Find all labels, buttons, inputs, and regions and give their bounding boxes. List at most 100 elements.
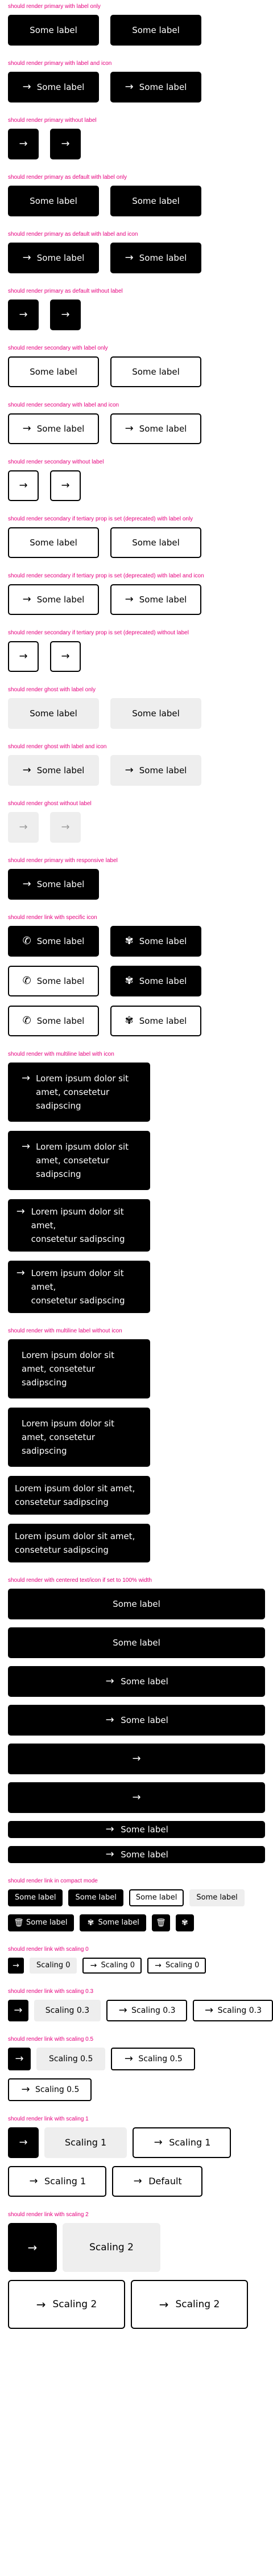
compact-primary-button[interactable]: Some label bbox=[8, 1889, 63, 1906]
secondary-button[interactable]: → Scaling 0.3 bbox=[106, 2000, 187, 2021]
arrow-right-icon: → bbox=[27, 2241, 38, 2254]
secondary-icon-button[interactable]: → bbox=[8, 470, 39, 501]
secondary-icon-button[interactable]: → bbox=[50, 470, 81, 501]
secondary-button[interactable]: Some label bbox=[8, 527, 99, 558]
button-label: Some label bbox=[196, 1893, 238, 1902]
button-row: → bbox=[8, 1782, 273, 1813]
label-line-1: Lorem ipsum dolor sit amet, bbox=[31, 1268, 124, 1292]
primary-multiline-button[interactable]: Lorem ipsum dolor sit amet, consetetur sa… bbox=[8, 1476, 150, 1515]
arrow-right-icon: → bbox=[19, 479, 28, 491]
compact-primary-button[interactable]: Some label bbox=[68, 1889, 123, 1906]
icon-button[interactable]: → bbox=[8, 1958, 24, 1974]
full-width-button[interactable]: → Some label bbox=[8, 1666, 265, 1697]
ghost-button[interactable]: Scaling 0.5 bbox=[36, 2048, 106, 2070]
ghost-button[interactable]: → Some label bbox=[8, 755, 99, 786]
icon-button[interactable]: → bbox=[8, 2127, 39, 2158]
primary-button[interactable]: → Some label bbox=[8, 243, 99, 273]
primary-button[interactable]: Some label bbox=[110, 186, 201, 216]
full-width-button[interactable]: → Some label bbox=[8, 1846, 265, 1863]
primary-button[interactable]: → Some label bbox=[8, 72, 99, 102]
arrow-right-icon: → bbox=[19, 2136, 28, 2148]
full-width-button[interactable]: Some label bbox=[8, 1627, 265, 1658]
button-label: Some label bbox=[36, 82, 85, 92]
full-width-icon-button[interactable]: → bbox=[8, 1744, 265, 1774]
ghost-button[interactable]: → Some label bbox=[110, 755, 201, 786]
ghost-button[interactable]: Scaling 2 bbox=[63, 2223, 160, 2272]
secondary-button[interactable]: ✆ Some label bbox=[8, 966, 99, 996]
full-width-button[interactable]: Some label bbox=[8, 1589, 265, 1619]
primary-multiline-button[interactable]: → Lorem ipsum dolor sit amet, consetetur s… bbox=[8, 1261, 150, 1313]
section-scaling-2: should render link with scaling 2 → Scal… bbox=[8, 2212, 273, 2329]
secondary-button[interactable]: ✾ Some label bbox=[110, 1006, 201, 1036]
primary-button[interactable]: → Some label bbox=[8, 869, 99, 900]
primary-button[interactable]: Some label bbox=[8, 186, 99, 216]
arrow-right-icon: → bbox=[16, 1267, 25, 1279]
primary-multiline-button[interactable]: Lorem ipsum dolor sit amet, consetetur s… bbox=[8, 1408, 150, 1467]
ghost-button[interactable]: Scaling 0 bbox=[30, 1958, 77, 1974]
full-width-button[interactable]: → Some label bbox=[8, 1705, 265, 1736]
button-row: → Scaling 0.5 bbox=[8, 2078, 273, 2101]
compact-ghost-button[interactable]: Some label bbox=[189, 1889, 245, 1906]
full-width-icon-button[interactable]: → bbox=[8, 1782, 265, 1813]
secondary-button[interactable]: → Scaling 0 bbox=[147, 1958, 206, 1974]
primary-icon-button[interactable]: → bbox=[8, 300, 39, 330]
secondary-icon-button[interactable]: → bbox=[50, 641, 81, 672]
primary-button[interactable]: ✾ Some label bbox=[110, 926, 201, 957]
primary-button[interactable]: Some label bbox=[8, 15, 99, 46]
primary-multiline-button[interactable]: Lorem ipsum dolor sit amet, consetetur s… bbox=[8, 1339, 150, 1398]
secondary-button[interactable]: Some label bbox=[110, 356, 201, 387]
secondary-icon-button[interactable]: → bbox=[8, 641, 39, 672]
primary-button[interactable]: Some label bbox=[110, 15, 201, 46]
primary-button[interactable]: → Some label bbox=[110, 243, 201, 273]
icon-button[interactable]: → bbox=[8, 2223, 57, 2272]
primary-button[interactable]: → Some label bbox=[110, 72, 201, 102]
icon-button[interactable]: → bbox=[8, 2000, 28, 2021]
secondary-button[interactable]: → Some label bbox=[8, 584, 99, 615]
primary-button[interactable]: ✾ Some label bbox=[110, 966, 201, 996]
secondary-button[interactable]: → Some label bbox=[110, 584, 201, 615]
compact-icon-button[interactable]: 🗑 bbox=[151, 1914, 170, 1931]
secondary-button[interactable]: → Scaling 2 bbox=[131, 2280, 248, 2329]
secondary-button[interactable]: Some label bbox=[8, 356, 99, 387]
secondary-button[interactable]: → Some label bbox=[110, 413, 201, 444]
ghost-button[interactable]: Some label bbox=[110, 698, 201, 729]
secondary-button[interactable]: → Scaling 0.5 bbox=[8, 2078, 92, 2101]
ghost-icon-button[interactable]: → bbox=[50, 812, 81, 843]
ghost-icon-button[interactable]: → bbox=[8, 812, 39, 843]
arrow-right-icon: → bbox=[125, 81, 134, 93]
primary-icon-button[interactable]: → bbox=[8, 129, 39, 159]
button-label: Some label bbox=[139, 424, 187, 434]
primary-icon-button[interactable]: → bbox=[50, 300, 81, 330]
arrow-right-icon: → bbox=[22, 252, 31, 264]
full-width-button[interactable]: → Some label bbox=[8, 1821, 265, 1838]
button-row: Some label Some label bbox=[8, 186, 273, 216]
compact-primary-button[interactable]: 🗑 Some label bbox=[8, 1914, 75, 1931]
arrow-right-icon: → bbox=[61, 479, 70, 491]
primary-icon-button[interactable]: → bbox=[50, 129, 81, 159]
primary-multiline-button[interactable]: → Lorem ipsum dolor sit amet, consetetur … bbox=[8, 1063, 150, 1122]
story-caption: should render primary with responsive la… bbox=[8, 858, 118, 864]
secondary-button[interactable]: → Scaling 1 bbox=[133, 2127, 231, 2158]
secondary-button[interactable]: → Some label bbox=[8, 413, 99, 444]
secondary-button[interactable]: → Scaling 0.5 bbox=[111, 2048, 195, 2070]
ghost-button[interactable]: Some label bbox=[8, 698, 99, 729]
secondary-button[interactable]: ✆ Some label bbox=[8, 1006, 99, 1036]
secondary-button[interactable]: Some label bbox=[110, 527, 201, 558]
ghost-button[interactable]: Scaling 0.3 bbox=[34, 2000, 101, 2021]
primary-multiline-button[interactable]: → Lorem ipsum dolor sit amet, consetetur … bbox=[8, 1131, 150, 1190]
secondary-button[interactable]: → Scaling 2 bbox=[8, 2280, 125, 2329]
secondary-button[interactable]: → Scaling 0 bbox=[82, 1958, 142, 1974]
secondary-button[interactable]: → Scaling 0.3 bbox=[192, 2000, 273, 2021]
secondary-button[interactable]: → Default bbox=[112, 2166, 202, 2197]
compact-primary-button[interactable]: ✾ Some label bbox=[80, 1914, 146, 1931]
primary-button[interactable]: ✆ Some label bbox=[8, 926, 99, 957]
secondary-button[interactable]: → Scaling 1 bbox=[8, 2166, 107, 2197]
primary-multiline-button[interactable]: Lorem ipsum dolor sit amet, consetetur sa… bbox=[8, 1524, 150, 1562]
primary-multiline-button[interactable]: → Lorem ipsum dolor sit amet, consetetur s… bbox=[8, 1199, 150, 1252]
compact-secondary-button[interactable]: Some label bbox=[129, 1889, 184, 1906]
button-label: Some label bbox=[132, 25, 180, 35]
ghost-button[interactable]: Scaling 1 bbox=[44, 2127, 127, 2158]
icon-button[interactable]: → bbox=[8, 2048, 31, 2070]
compact-icon-button[interactable]: ✾ bbox=[175, 1914, 194, 1931]
button-stories: should render primary with label only So… bbox=[0, 0, 273, 2329]
